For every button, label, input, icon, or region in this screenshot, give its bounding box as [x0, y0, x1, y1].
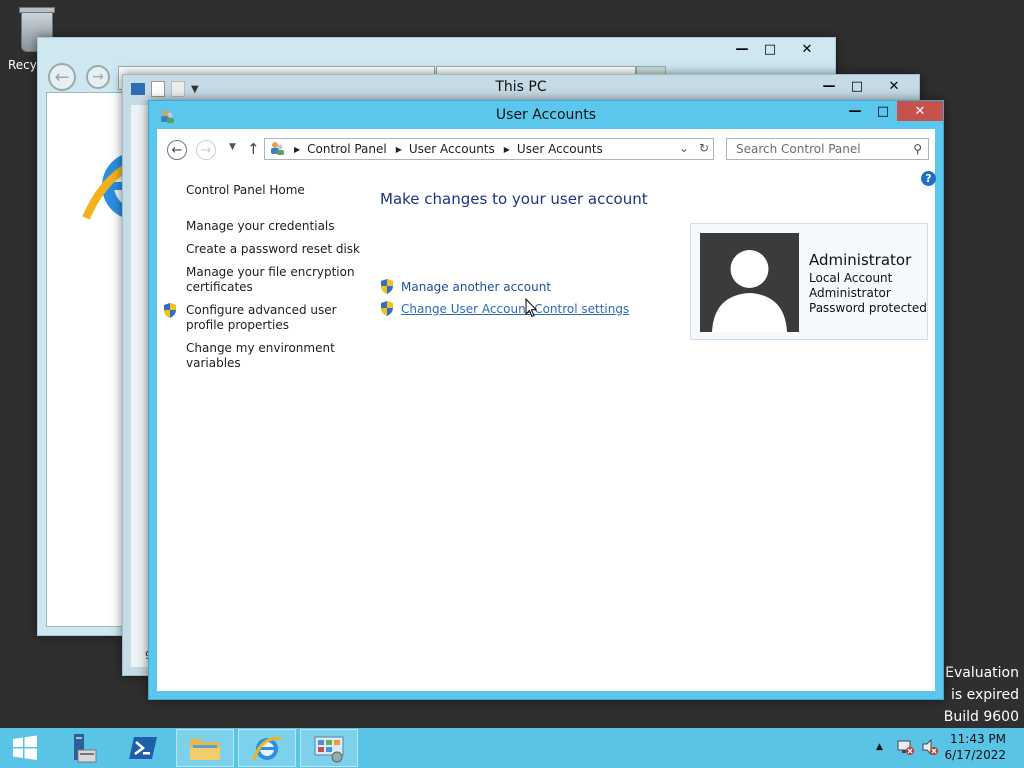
quick-access-toolbar: ▼: [131, 81, 199, 97]
control-panel-home-link[interactable]: Control Panel Home: [186, 183, 305, 198]
ie-window-controls: — □ ✕: [728, 39, 830, 59]
this-pc-title: This PC: [495, 79, 547, 95]
search-input[interactable]: Search Control Panel ⚲: [726, 138, 929, 160]
start-button[interactable]: [0, 729, 50, 767]
password-reset-disk-link[interactable]: Create a password reset disk: [186, 242, 360, 257]
user-avatar-icon: [700, 233, 799, 332]
breadcrumb-control-panel[interactable]: Control Panel: [307, 142, 387, 156]
manage-another-account-label: Manage another account: [401, 279, 552, 294]
internet-explorer-icon: [252, 737, 282, 761]
back-arrow-icon[interactable]: ←: [48, 63, 76, 91]
minimize-button[interactable]: —: [815, 76, 843, 96]
search-icon[interactable]: ⚲: [913, 142, 922, 156]
help-icon[interactable]: ?: [921, 171, 936, 186]
close-button[interactable]: ✕: [784, 39, 830, 59]
advanced-profile-link-line1: Configure advanced user: [186, 303, 337, 317]
powershell-icon: [129, 737, 157, 759]
powershell-taskbar-button[interactable]: [114, 729, 172, 767]
properties-icon[interactable]: [151, 81, 165, 97]
forward-arrow-icon[interactable]: →: [196, 140, 216, 160]
windows-logo-icon: [13, 735, 37, 760]
chevron-right-icon[interactable]: ▶: [294, 145, 300, 154]
recent-locations-chevron-icon[interactable]: ▼: [229, 142, 236, 152]
back-arrow-icon[interactable]: ←: [167, 140, 187, 160]
speaker-muted-icon[interactable]: [921, 738, 939, 759]
close-button[interactable]: ✕: [897, 101, 943, 121]
manage-credentials-link[interactable]: Manage your credentials: [186, 219, 335, 234]
network-warning-icon[interactable]: [897, 738, 915, 759]
clock-time: 11:43 PM: [950, 732, 1006, 746]
account-type: Local Account: [809, 271, 893, 285]
watermark-line2: is expired: [950, 687, 1019, 703]
taskbar: ▲ 11:43 PM 6/17/2022: [0, 728, 1024, 768]
advanced-profile-link-line2: profile properties: [186, 318, 289, 332]
server-manager-taskbar-button[interactable]: [52, 729, 110, 767]
ua-window-controls: — □ ✕: [841, 101, 943, 121]
maximize-button[interactable]: □: [756, 39, 784, 59]
maximize-button[interactable]: □: [869, 101, 897, 121]
minimize-button[interactable]: —: [841, 101, 869, 121]
breadcrumb-user-accounts-current[interactable]: User Accounts: [517, 142, 603, 156]
account-group: Administrator: [809, 286, 891, 300]
refresh-icon[interactable]: ↻: [699, 141, 709, 155]
close-button[interactable]: ✕: [871, 76, 917, 96]
control-panel-taskbar-button[interactable]: [300, 729, 358, 767]
user-accounts-window[interactable]: User Accounts — □ ✕ ← → ▼ ↑ ▶ Control Pa…: [148, 100, 944, 700]
manage-another-account-link[interactable]: Manage another account: [380, 279, 551, 294]
new-folder-icon[interactable]: [171, 81, 185, 97]
environment-variables-link-line1: Change my environment: [186, 341, 335, 355]
chevron-right-icon[interactable]: ▶: [396, 145, 402, 154]
pc-window-controls: — □ ✕: [815, 76, 917, 96]
address-bar-actions: ⌄ ↻: [679, 141, 709, 155]
file-encryption-link-line1: Manage your file encryption: [186, 265, 355, 279]
chevron-down-icon[interactable]: ▼: [191, 84, 199, 95]
maximize-button[interactable]: □: [843, 76, 871, 96]
account-status: Password protected: [809, 301, 927, 315]
chevron-right-icon[interactable]: ▶: [504, 145, 510, 154]
file-explorer-taskbar-button[interactable]: [176, 729, 234, 767]
minimize-button[interactable]: —: [728, 39, 756, 59]
user-accounts-content: ← → ▼ ↑ ▶ Control Panel ▶ User Accounts …: [157, 129, 936, 691]
internet-explorer-taskbar-button[interactable]: [238, 729, 296, 767]
chevron-down-icon[interactable]: ⌄: [679, 141, 689, 155]
uac-settings-label: Change User Account Control settings: [401, 301, 630, 316]
advanced-profile-link[interactable]: Configure advanced user profile properti…: [164, 303, 337, 333]
watermark-line3: Build 9600: [943, 709, 1019, 725]
pc-window-icon: [131, 83, 145, 95]
forward-arrow-icon[interactable]: →: [86, 65, 110, 89]
server-manager-icon: [74, 734, 97, 763]
file-encryption-link[interactable]: Manage your file encryption certificates: [186, 265, 355, 295]
page-title: Make changes to your user account: [380, 190, 648, 208]
account-name: Administrator: [809, 251, 912, 269]
environment-variables-link-line2: variables: [186, 356, 241, 370]
folder-icon: [190, 739, 220, 760]
uac-shield-icon: [380, 279, 394, 294]
environment-variables-link[interactable]: Change my environment variables: [186, 341, 335, 371]
account-card: Administrator Local Account Administrato…: [690, 223, 928, 340]
file-encryption-link-line2: certificates: [186, 280, 253, 294]
up-arrow-icon[interactable]: ↑: [247, 140, 260, 158]
user-accounts-title: User Accounts: [495, 107, 597, 123]
show-hidden-icons-chevron-icon[interactable]: ▲: [876, 742, 883, 752]
uac-shield-icon: [380, 301, 394, 316]
control-panel-location-icon: [269, 140, 285, 159]
system-clock[interactable]: 11:43 PM 6/17/2022: [944, 731, 1006, 763]
navigation-bar: ← → ▼ ↑ ▶ Control Panel ▶ User Accounts …: [157, 129, 935, 169]
control-panel-icon: [314, 736, 344, 763]
mouse-cursor-icon: [525, 297, 538, 321]
search-placeholder: Search Control Panel: [736, 142, 861, 156]
breadcrumb-user-accounts[interactable]: User Accounts: [409, 142, 495, 156]
address-bar[interactable]: ▶ Control Panel ▶ User Accounts ▶ User A…: [264, 138, 714, 160]
uac-settings-link[interactable]: Change User Account Control settings: [380, 301, 629, 316]
uac-shield-icon: [163, 303, 177, 318]
clock-date: 6/17/2022: [944, 748, 1006, 762]
breadcrumb: ▶ Control Panel ▶ User Accounts ▶ User A…: [285, 142, 603, 156]
watermark-line1: Evaluation: [945, 665, 1019, 681]
